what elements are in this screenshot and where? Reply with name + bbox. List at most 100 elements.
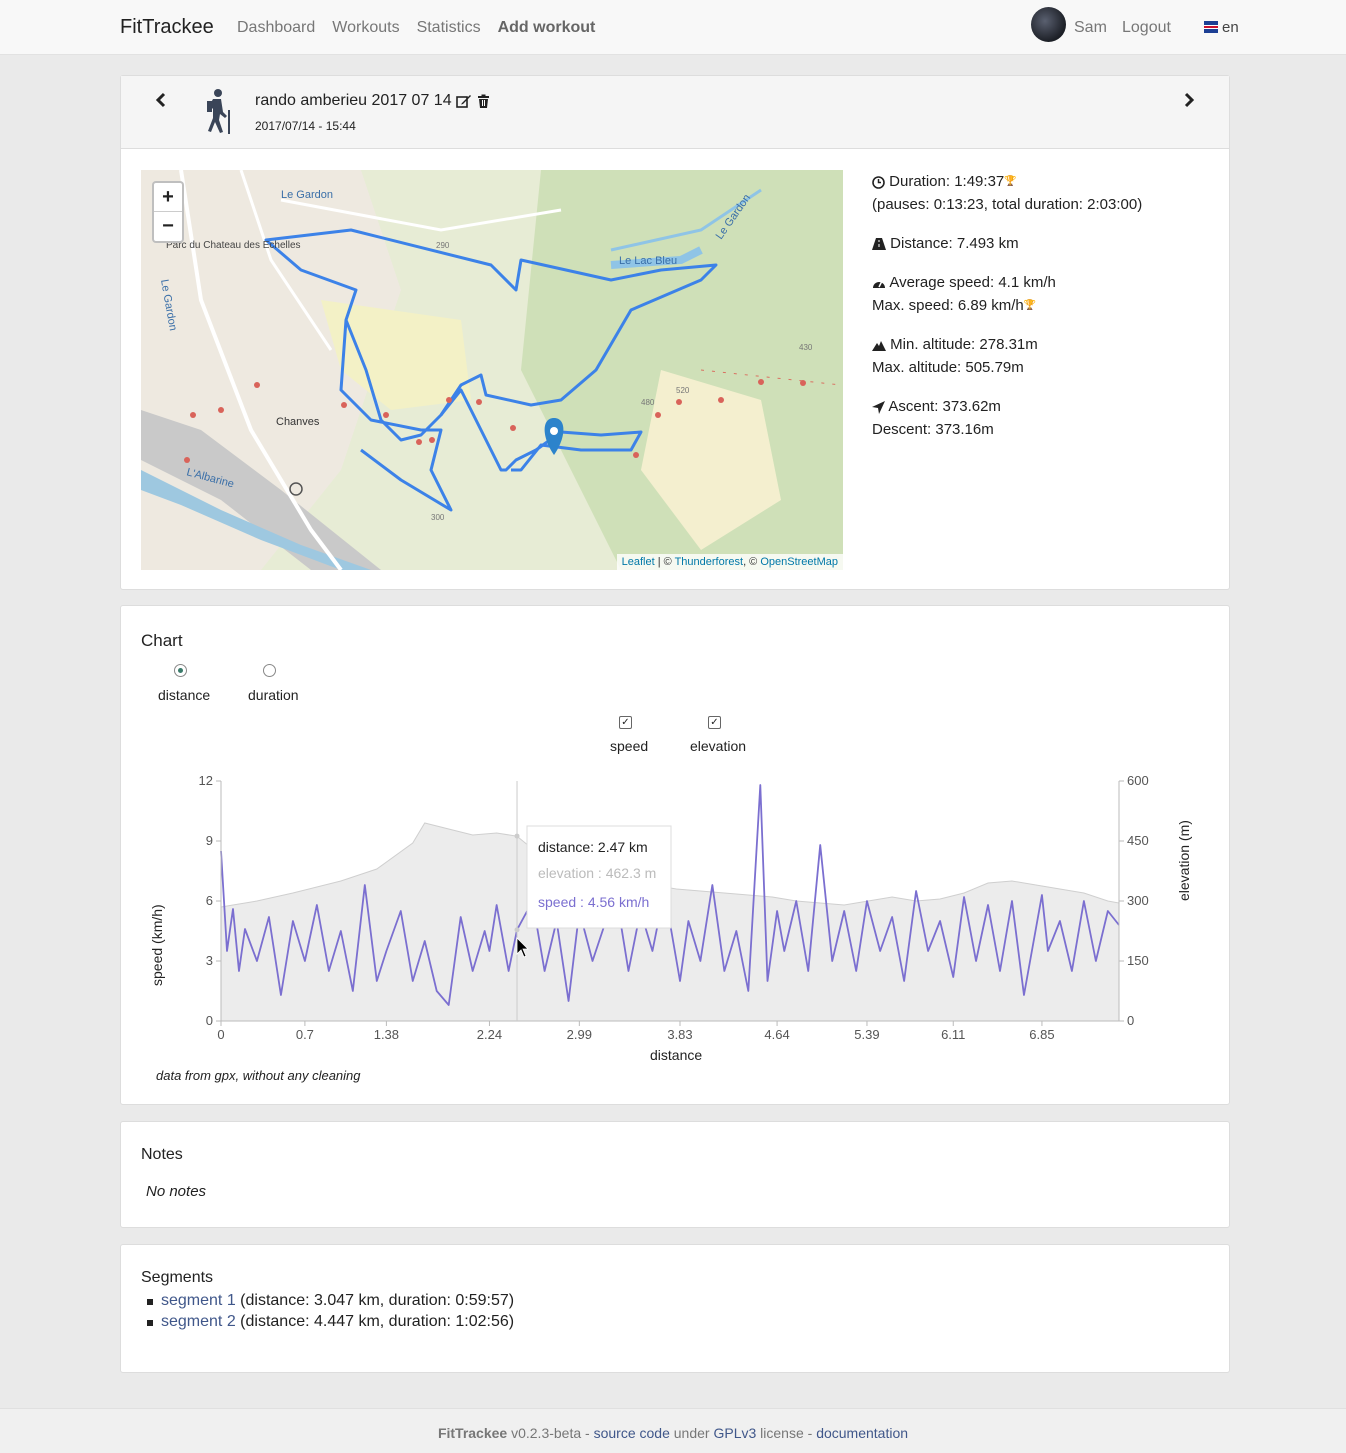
map-label-520: 520 (676, 386, 690, 395)
trophy-icon: 🏆 (1023, 300, 1037, 311)
y2-tick-label: 150 (1127, 953, 1149, 968)
y-tick-label: 9 (206, 833, 213, 848)
navbar: FitTrackee Dashboard Workouts Statistics… (0, 0, 1346, 55)
clock-icon (872, 175, 885, 189)
license-link[interactable]: GPLv3 (713, 1425, 756, 1441)
avatar[interactable] (1031, 7, 1066, 42)
notes-text: No notes (146, 1183, 207, 1200)
x-tick-label: 2.99 (567, 1027, 592, 1042)
radio-duration[interactable] (263, 664, 276, 677)
workout-title-row: rando amberieu 2017 07 14 (255, 92, 490, 110)
zoom-out-button[interactable]: − (154, 212, 182, 241)
location-arrow-icon (872, 400, 885, 414)
user-name[interactable]: Sam (1074, 19, 1107, 37)
y2-axis-label: elevation (m) (1176, 820, 1192, 901)
segment-1-link[interactable]: segment 1 (161, 1292, 236, 1309)
workout-chart[interactable]: 0 0.7 1.38 2.24 2.99 3.83 4.64 5.39 6.11 6.85 0 3 6 9… (121, 766, 1229, 1066)
logout-link[interactable]: Logout (1122, 19, 1171, 37)
x-tick-label: 5.39 (854, 1027, 879, 1042)
map-label-430: 430 (799, 343, 813, 352)
radio-distance[interactable] (174, 664, 187, 677)
footer-version: v0.2.3-beta - (507, 1425, 594, 1441)
zoom-control: + − (152, 181, 184, 243)
checkbox-speed[interactable]: ✓ (619, 716, 632, 729)
chart-title: Chart (141, 631, 183, 650)
x-tick-label: 0.7 (296, 1027, 314, 1042)
segments-card: Segments segment 1 (distance: 3.047 km, … (120, 1244, 1230, 1373)
next-workout-icon[interactable] (1183, 92, 1195, 108)
segment-1-info: (distance: 3.047 km, duration: 0:59:57) (235, 1292, 515, 1309)
workout-header: rando amberieu 2017 07 14 2017/07/14 - 1… (121, 76, 1229, 149)
y2-tick-label: 300 (1127, 893, 1149, 908)
nav-add-workout[interactable]: Add workout (498, 19, 596, 37)
map-attribution: Leaflet | © Thunderforest, © OpenStreetM… (616, 554, 843, 570)
brand-logo[interactable]: FitTrackee (120, 16, 214, 39)
radio-duration-label: duration (248, 687, 299, 703)
workout-map[interactable]: Le Gardon Parc du Chateau des Echelles L… (141, 170, 843, 570)
map-label-290: 290 (436, 241, 450, 250)
nav-workouts[interactable]: Workouts (332, 19, 399, 37)
attribution-sep: , © (743, 556, 761, 568)
notes-title: Notes (141, 1146, 183, 1163)
y-tick-label: 3 (206, 953, 213, 968)
x-tick-label: 4.64 (764, 1027, 789, 1042)
speedometer-icon (873, 280, 885, 289)
stat-max-alt: Max. altitude: 505.79m (872, 359, 1024, 376)
thunderforest-link[interactable]: Thunderforest (675, 556, 743, 568)
workout-card: rando amberieu 2017 07 14 2017/07/14 - 1… (120, 75, 1230, 590)
segment-item: segment 2 (distance: 4.447 km, duration:… (121, 1313, 514, 1331)
footer-brand: FitTrackee (437, 1425, 508, 1441)
documentation-link[interactable]: documentation (816, 1425, 908, 1441)
stat-distance: Distance: 7.493 km (890, 235, 1019, 252)
x-tick-label: 1.38 (374, 1027, 399, 1042)
leaflet-link[interactable]: Leaflet (622, 556, 655, 568)
osm-link[interactable]: OpenStreetMap (760, 556, 838, 568)
x-tick-label: 6.11 (941, 1027, 965, 1042)
chart-tooltip: distance: 2.47 km elevation : 462.3 m sp… (526, 825, 672, 929)
stat-max-speed: Max. speed: 6.89 km/h (872, 297, 1024, 314)
segment-2-link[interactable]: segment 2 (161, 1313, 236, 1330)
uk-flag-icon[interactable] (1204, 21, 1218, 33)
nav-dashboard[interactable]: Dashboard (237, 19, 315, 37)
stat-ascent: Ascent: 373.62m (888, 398, 1001, 415)
x-tick-label: 2.24 (477, 1027, 502, 1042)
workout-stats: Duration: 1:49:37🏆 (pauses: 0:13:23, tot… (872, 170, 1142, 457)
checkbox-elevation-label: elevation (690, 738, 747, 754)
zoom-in-button[interactable]: + (154, 183, 182, 212)
previous-workout-icon[interactable] (155, 92, 167, 108)
x-tick-label: 6.85 (1029, 1027, 1054, 1042)
footer: FitTrackee v0.2.3-beta - source code und… (0, 1408, 1346, 1453)
map-label-chanves: Chanves (276, 416, 320, 428)
x-axis-label: distance (650, 1047, 702, 1063)
delete-icon[interactable] (477, 94, 490, 108)
nav-statistics[interactable]: Statistics (417, 19, 481, 37)
source-code-link[interactable]: source code (594, 1425, 670, 1441)
workout-date: 2017/07/14 - 15:44 (255, 119, 356, 133)
attribution-sep: | © (654, 556, 675, 568)
y-tick-label: 6 (206, 893, 213, 908)
map-label-lac-bleu: Le Lac Bleu (619, 255, 677, 267)
y-tick-label: 0 (206, 1013, 213, 1028)
road-icon (872, 238, 886, 251)
workout-title: rando amberieu 2017 07 14 (255, 92, 452, 109)
language-selector[interactable]: en (1222, 19, 1239, 36)
checkbox-elevation[interactable]: ✓ (708, 716, 721, 729)
y-tick-label: 12 (199, 773, 213, 788)
map-label-gardon-1: Le Gardon (281, 189, 333, 201)
notes-card: Notes No notes (120, 1121, 1230, 1228)
chart-note: data from gpx, without any cleaning (156, 1068, 361, 1083)
tooltip-distance: distance: 2.47 km (538, 839, 648, 855)
edit-icon[interactable] (456, 94, 472, 108)
footer-under: under (669, 1425, 714, 1441)
x-tick-label: 0 (217, 1027, 224, 1042)
footer-license-text: license - (756, 1425, 817, 1441)
radio-distance-label: distance (158, 687, 211, 703)
segments-title: Segments (141, 1269, 214, 1286)
map-label-480: 480 (641, 398, 655, 407)
map-tiles[interactable]: Le Gardon Parc du Chateau des Echelles L… (141, 170, 843, 570)
map-label-parc: Parc du Chateau des Echelles (166, 240, 301, 251)
segment-item: segment 1 (distance: 3.047 km, duration:… (121, 1292, 514, 1310)
chart-card: Chart distance duration ✓ speed ✓ elevat… (120, 605, 1230, 1105)
segments-list: segment 1 (distance: 3.047 km, duration:… (121, 1292, 514, 1334)
checkbox-speed-label: speed (610, 738, 649, 754)
